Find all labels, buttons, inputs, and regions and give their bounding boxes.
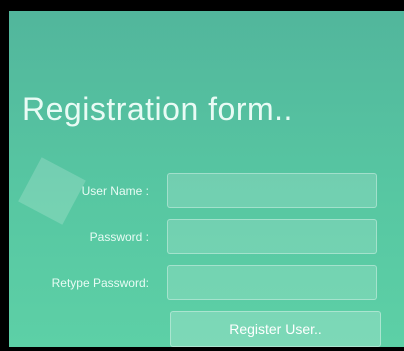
register-user-button[interactable]: Register User.. [170, 311, 381, 347]
registration-panel: Registration form.. User Name : Password… [9, 11, 404, 347]
retype-password-label: Retype Password: [51, 276, 149, 290]
page-title: Registration form.. [22, 91, 293, 127]
password-input[interactable] [167, 219, 377, 254]
password-label: Password : [89, 230, 149, 244]
username-input[interactable] [167, 173, 377, 208]
username-label: User Name : [81, 184, 149, 198]
retype-password-input[interactable] [167, 265, 377, 300]
password-row: Password : [9, 219, 404, 255]
retype-password-row: Retype Password: [9, 265, 404, 301]
username-row: User Name : [9, 173, 404, 209]
